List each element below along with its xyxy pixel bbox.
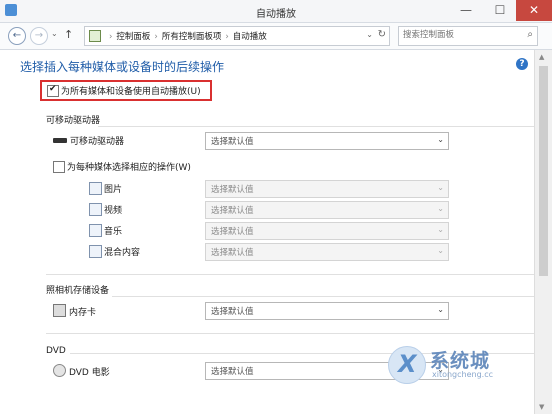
select-value: 选择默认值 — [211, 367, 254, 377]
scroll-up-icon[interactable]: ▲ — [539, 53, 544, 61]
memory-card-label: 内存卡 — [69, 308, 97, 318]
section-title-dvd: DVD — [46, 346, 66, 356]
breadcrumb-item-all-items[interactable]: 所有控制面板项 — [162, 32, 222, 42]
music-select[interactable]: 选择默认值 ⌄ — [205, 222, 449, 240]
breadcrumb-item-control-panel[interactable]: 控制面板 — [116, 32, 150, 42]
breadcrumb: › 控制面板 › 所有控制面板项 › 自动播放 — [105, 30, 267, 42]
chevron-down-icon: ⌄ — [437, 135, 444, 144]
media-label-video: 视频 — [104, 206, 123, 216]
address-dropdown-icon[interactable]: ⌄ — [366, 30, 373, 39]
breadcrumb-separator: › — [109, 32, 113, 42]
maximize-button[interactable]: ☐ — [486, 0, 514, 21]
section-divider — [98, 126, 534, 127]
select-value: 选择默认值 — [211, 227, 254, 237]
watermark-text: 系统城 — [430, 350, 491, 372]
select-value: 选择默认值 — [211, 248, 254, 258]
select-value: 选择默认值 — [211, 307, 254, 317]
search-icon[interactable]: ⌕ — [527, 29, 533, 40]
up-button[interactable]: ↑ — [64, 28, 73, 41]
select-value: 选择默认值 — [211, 206, 254, 216]
search-input[interactable] — [403, 28, 515, 42]
removable-drive-label: 可移动驱动器 — [70, 137, 125, 147]
control-panel-icon — [89, 30, 101, 42]
vertical-scrollbar[interactable]: ▲ ▼ — [534, 50, 552, 414]
section-divider — [112, 296, 534, 297]
scroll-down-icon[interactable]: ▼ — [539, 403, 544, 411]
search-box[interactable]: ⌕ — [398, 26, 538, 46]
page-title: 选择插入每种媒体或设备时的后续操作 — [20, 60, 225, 74]
breadcrumb-separator: › — [154, 32, 158, 42]
chevron-down-icon: ⌄ — [437, 246, 444, 255]
refresh-icon[interactable]: ↻ — [378, 29, 386, 40]
mixed-content-icon — [89, 245, 102, 258]
memory-card-select[interactable]: 选择默认值 ⌄ — [205, 302, 449, 320]
master-autoplay-checkbox[interactable] — [47, 84, 59, 97]
pictures-select[interactable]: 选择默认值 ⌄ — [205, 180, 449, 198]
master-autoplay-label[interactable]: 为所有媒体和设备使用自动播放(U) — [61, 84, 201, 97]
video-icon — [89, 203, 102, 216]
chevron-down-icon: ⌄ — [437, 305, 444, 314]
help-icon[interactable]: ? — [516, 58, 528, 70]
per-media-checkbox[interactable] — [53, 161, 65, 173]
recent-locations-button[interactable]: ⌄ — [51, 29, 58, 38]
breadcrumb-separator: › — [225, 32, 229, 42]
watermark-mark: X — [398, 350, 417, 378]
title-bar: 自动播放 — ☐ ✕ — [0, 0, 552, 23]
watermark-url: xitongcheng.cc — [432, 370, 494, 379]
back-button[interactable]: ← — [8, 27, 26, 45]
watermark-logo: X 系统城 xitongcheng.cc — [378, 342, 528, 388]
breadcrumb-item-autoplay[interactable]: 自动播放 — [233, 32, 267, 42]
minimize-button[interactable]: — — [452, 0, 480, 21]
select-value: 选择默认值 — [211, 185, 254, 195]
mixed-content-select[interactable]: 选择默认值 ⌄ — [205, 243, 449, 261]
section-title-camera: 照相机存储设备 — [46, 286, 110, 296]
media-label-music: 音乐 — [104, 227, 123, 237]
address-field[interactable]: › 控制面板 › 所有控制面板项 › 自动播放 ⌄ ↻ — [84, 26, 390, 46]
dvd-disc-icon — [53, 364, 66, 377]
section-title-removable: 可移动驱动器 — [46, 116, 101, 126]
forward-button[interactable]: → — [30, 27, 48, 45]
address-bar-row: ← → ⌄ ↑ ›控制面板›所有控制面板项›自动播放 ⌄ ↻ ⌕ — [0, 23, 552, 50]
close-button[interactable]: ✕ — [516, 0, 552, 21]
select-value: 选择默认值 — [211, 137, 254, 147]
removable-drive-icon — [53, 138, 67, 143]
picture-icon — [89, 182, 102, 195]
section-divider — [46, 274, 534, 275]
music-icon — [89, 224, 102, 237]
media-label-pictures: 图片 — [104, 185, 123, 195]
scrollbar-thumb[interactable] — [539, 66, 548, 276]
removable-drive-select[interactable]: 选择默认值 ⌄ — [205, 132, 449, 150]
section-divider — [46, 333, 534, 334]
chevron-down-icon: ⌄ — [437, 204, 444, 213]
chevron-down-icon: ⌄ — [437, 225, 444, 234]
chevron-down-icon: ⌄ — [437, 183, 444, 192]
dvd-movie-label: DVD 电影 — [69, 368, 110, 378]
memory-card-icon — [53, 304, 66, 317]
video-select[interactable]: 选择默认值 ⌄ — [205, 201, 449, 219]
media-label-mixed: 混合内容 — [104, 248, 141, 258]
per-media-label[interactable]: 为每种媒体选择相应的操作(W) — [67, 160, 191, 173]
